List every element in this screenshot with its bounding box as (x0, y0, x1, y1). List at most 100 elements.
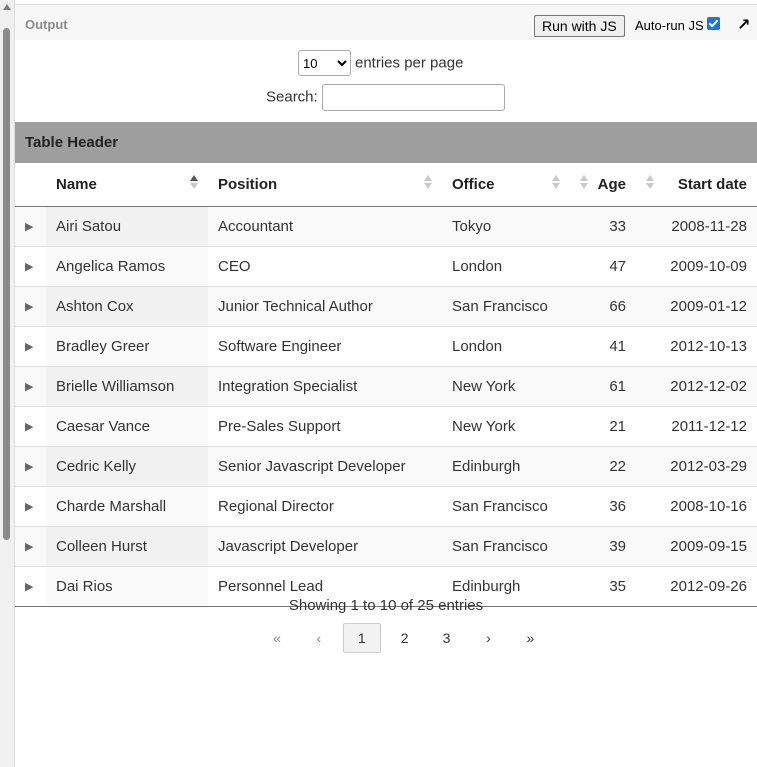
expand-row-icon[interactable]: ▶ (15, 406, 46, 447)
column-header-label: Office (452, 176, 495, 193)
last-page-button[interactable]: » (512, 624, 548, 652)
previous-page-button[interactable]: ‹ (301, 624, 337, 652)
table-row[interactable]: ▶ Brielle Williamson Integration Specialis… (15, 366, 757, 407)
cell-office: New York (442, 366, 570, 407)
output-title: Output (25, 17, 68, 32)
column-header-label: Age (597, 176, 626, 193)
cell-start-date: 2012-03-29 (636, 446, 757, 487)
column-header-name[interactable]: Name (46, 163, 208, 207)
cell-position: Javascript Developer (208, 526, 442, 567)
scroll-up-arrow-icon[interactable] (3, 4, 11, 10)
expand-row-icon[interactable]: ▶ (15, 486, 46, 527)
expand-row-icon[interactable]: ▶ (15, 286, 46, 327)
column-header-age[interactable]: Age (570, 163, 636, 207)
search-input[interactable] (321, 84, 505, 111)
expand-row-icon[interactable]: ▶ (15, 366, 46, 407)
column-header-label: Name (56, 176, 97, 193)
entries-per-page-label: entries per page (355, 54, 464, 72)
table-header-row: Name Position Office Age Start date (15, 163, 757, 207)
cell-start-date: 2008-10-16 (636, 486, 757, 527)
cell-name: Airi Satou (46, 206, 208, 247)
cell-position: Regional Director (208, 486, 442, 527)
cell-office: London (442, 326, 570, 367)
table-row[interactable]: ▶ Airi Satou Accountant Tokyo 33 2008-11-28 (15, 206, 757, 247)
column-header-start-date[interactable]: Start date (636, 163, 757, 207)
cell-age: 22 (570, 446, 636, 487)
page-button-3[interactable]: 3 (429, 624, 465, 652)
expand-column-header (15, 163, 46, 207)
next-page-button[interactable]: › (470, 624, 506, 652)
arrow-up-right-icon[interactable]: ↗ (737, 15, 750, 35)
cell-position: Junior Technical Author (208, 286, 442, 327)
cell-name: Charde Marshall (46, 486, 208, 527)
cell-age: 21 (570, 406, 636, 447)
page-button-2[interactable]: 2 (387, 624, 423, 652)
cell-name: Colleen Hurst (46, 526, 208, 567)
scrollbar-thumb[interactable] (3, 28, 10, 540)
expand-row-icon[interactable]: ▶ (15, 206, 46, 247)
table-row[interactable]: ▶ Bradley Greer Software Engineer London 41 2… (15, 326, 757, 367)
run-with-js-button[interactable]: Run with JS (534, 15, 625, 37)
cell-office: London (442, 246, 570, 287)
cell-start-date: 2012-10-13 (636, 326, 757, 367)
search-label: Search: (266, 88, 318, 106)
cell-position: Pre-Sales Support (208, 406, 442, 447)
cell-age: 47 (570, 246, 636, 287)
column-header-office[interactable]: Office (442, 163, 570, 207)
table-row[interactable]: ▶ Ashton Cox Junior Technical Author San Fr… (15, 286, 757, 327)
sort-icon (552, 175, 560, 189)
expand-row-icon[interactable]: ▶ (15, 246, 46, 287)
expand-row-icon[interactable]: ▶ (15, 326, 46, 367)
cell-age: 61 (570, 366, 636, 407)
cell-position: Software Engineer (208, 326, 442, 367)
cell-office: San Francisco (442, 286, 570, 327)
cell-name: Angelica Ramos (46, 246, 208, 287)
sort-ascending-icon (190, 175, 198, 189)
cell-start-date: 2008-11-28 (636, 206, 757, 247)
cell-age: 39 (570, 526, 636, 567)
cell-office: New York (442, 406, 570, 447)
cell-name: Brielle Williamson (46, 366, 208, 407)
cell-name: Ashton Cox (46, 286, 208, 327)
cell-name: Cedric Kelly (46, 446, 208, 487)
cell-position: CEO (208, 246, 442, 287)
cell-name: Bradley Greer (46, 326, 208, 367)
table-row[interactable]: ▶ Colleen Hurst Javascript Developer San Fr… (15, 526, 757, 567)
page-button-1[interactable]: 1 (342, 623, 381, 653)
sort-icon (646, 175, 654, 189)
page-scrollbar[interactable] (0, 0, 15, 767)
cell-age: 33 (570, 206, 636, 247)
first-page-button[interactable]: « (259, 624, 295, 652)
column-header-label: Start date (677, 176, 747, 193)
cell-office: San Francisco (442, 526, 570, 567)
entries-per-page-control: 10 entries per page (298, 50, 463, 76)
auto-run-checkbox[interactable] (707, 17, 720, 30)
output-toolbar: Output Run with JS Auto-run JS ↗ (15, 4, 757, 40)
column-header-label: Position (218, 176, 278, 193)
cell-start-date: 2009-09-15 (636, 526, 757, 567)
search-control: Search: (266, 84, 505, 111)
table-row[interactable]: ▶ Cedric Kelly Senior Javascript Developer… (15, 446, 757, 487)
cell-position: Integration Specialist (208, 366, 442, 407)
cell-age: 36 (570, 486, 636, 527)
expand-row-icon[interactable]: ▶ (15, 526, 46, 567)
pagination: « ‹ 1 2 3 › » (259, 623, 550, 653)
table-row[interactable]: ▶ Charde Marshall Regional Director San Fra… (15, 486, 757, 527)
cell-position: Senior Javascript Developer (208, 446, 442, 487)
cell-age: 41 (570, 326, 636, 367)
cell-office: San Francisco (442, 486, 570, 527)
cell-start-date: 2012-12-02 (636, 366, 757, 407)
cell-position: Accountant (208, 206, 442, 247)
entries-per-page-select[interactable]: 10 (298, 50, 351, 76)
table-caption: Table Header (15, 122, 757, 163)
table-row[interactable]: ▶ Angelica Ramos CEO London 47 2009-10-09 (15, 246, 757, 287)
auto-run-label: Auto-run JS (635, 18, 704, 33)
expand-row-icon[interactable]: ▶ (15, 446, 46, 487)
cell-start-date: 2011-12-12 (636, 406, 757, 447)
table-row[interactable]: ▶ Caesar Vance Pre-Sales Support New York 21… (15, 406, 757, 447)
cell-office: Edinburgh (442, 446, 570, 487)
cell-start-date: 2009-10-09 (636, 246, 757, 287)
column-header-position[interactable]: Position (208, 163, 442, 207)
table-info: Showing 1 to 10 of 25 entries (288, 597, 484, 614)
cell-start-date: 2009-01-12 (636, 286, 757, 327)
